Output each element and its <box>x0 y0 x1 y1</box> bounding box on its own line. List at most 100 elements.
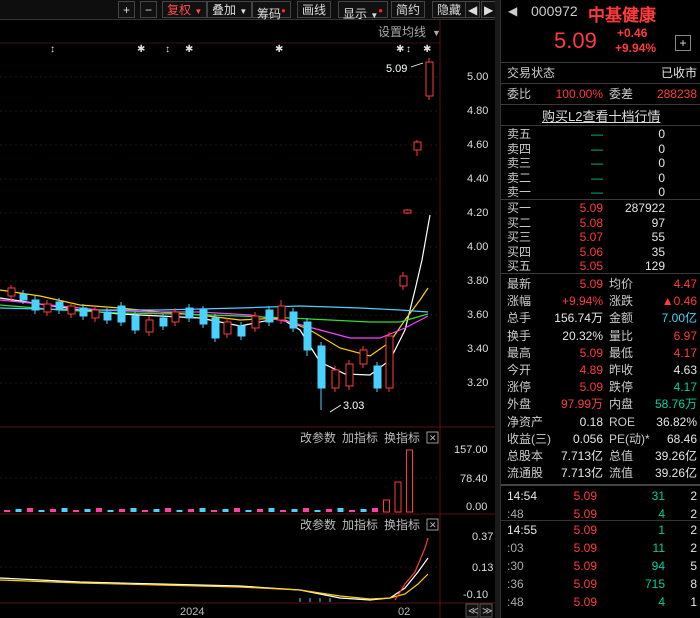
asks-label: 卖三 <box>507 156 532 170</box>
back-icon[interactable]: ◀ <box>508 4 517 18</box>
stats-row: 最新 5.09 均价 4.47 <box>501 275 700 293</box>
chevron-down-icon: ▼ <box>194 7 203 16</box>
price-axis: 5.00 4.80 4.60 4.40 4.20 4.00 3.80 3.60 3.40 3.20 <box>467 71 488 389</box>
add-watchlist-button[interactable]: + <box>675 35 691 51</box>
stat-label: 涨幅 <box>507 294 532 309</box>
candle-body <box>413 141 422 151</box>
sub1-edit-params-button[interactable]: 改参数 <box>300 430 336 445</box>
stat-value: 58.76万 <box>654 397 697 412</box>
bids-row[interactable]: 买三 5.07 55 <box>501 230 700 244</box>
candle-body <box>55 301 64 311</box>
weibi-row: 委比 100.00% 委差 288238 <box>501 85 700 103</box>
asks-price: — <box>591 141 603 156</box>
stat-label: 流通股 <box>507 466 544 481</box>
candle-body <box>425 61 434 97</box>
candle-body <box>345 363 354 387</box>
sub2-change-indicator-button[interactable]: 换指标 <box>384 517 420 532</box>
nav-left-icon[interactable]: ◀ <box>465 1 481 18</box>
candle-body <box>265 309 274 323</box>
high-price-label: 5.09 <box>386 63 407 75</box>
stock-name: 中基健康 <box>588 6 656 25</box>
volume-bar <box>257 509 263 512</box>
tick-time: :30 <box>507 559 524 573</box>
asks-row[interactable]: 卖五 — 0 <box>501 127 700 141</box>
sub1-change-indicator-button[interactable]: 换指标 <box>384 430 420 445</box>
candle-body <box>117 305 126 323</box>
stat-value: 7.00亿 <box>661 311 697 326</box>
volume-bar <box>211 510 217 512</box>
asks-label: 卖四 <box>507 141 532 156</box>
svg-text:↕: ↕ <box>165 44 170 55</box>
diejia-button[interactable]: 叠加 ▼ <box>207 1 253 18</box>
volume-bar <box>107 510 114 512</box>
sub2-axis-top: 0.37 <box>472 531 493 543</box>
stat-label: 昨收 <box>609 363 634 377</box>
svg-text:✱: ✱ <box>423 44 431 55</box>
notification-dot-icon: ● <box>281 6 286 15</box>
volume-bar <box>119 509 125 512</box>
kline-chart[interactable]: 设置均线 ▼ ↕ ✱ ↕ ✱ ✱ ✱ ↕ ✱ 5.004.804.604.404.204.… <box>0 20 495 618</box>
stats-row: 涨幅 +9.94% 涨跌 ▲0.46 <box>501 292 700 310</box>
stats-row: 外盘 97.99万 内盘 58.76万 <box>501 395 700 413</box>
stat-label: 涨停 <box>507 380 532 395</box>
volume-bar <box>314 510 321 512</box>
settings-ma-button[interactable]: 设置均线 <box>378 25 426 39</box>
price-axis-label: 4.40 <box>467 173 488 185</box>
bids-price: 5.06 <box>579 244 603 259</box>
xianshi-button[interactable]: 显示 ▼● <box>338 1 389 21</box>
stats-row: 净资产 0.18 ROE 36.82% <box>501 413 700 431</box>
volume-bar <box>245 510 252 512</box>
tick-row: :03 5.09 11 2 <box>501 539 700 557</box>
tick-count: 1 <box>690 595 697 609</box>
notification-dot-icon: ● <box>378 6 384 15</box>
bids-row[interactable]: 买二 5.08 97 <box>501 216 700 230</box>
volume-bar <box>337 508 344 512</box>
tick-volume: 715 <box>644 577 665 591</box>
chouma-button[interactable]: 筹码● <box>252 1 291 21</box>
bids-row[interactable]: 买五 5.05 129 <box>501 259 700 273</box>
asks-row[interactable]: 卖三 — 0 <box>501 156 700 170</box>
yincang-button[interactable]: 隐藏 <box>432 1 467 18</box>
sub2-edit-params-button[interactable]: 改参数 <box>300 517 336 532</box>
volume-bar <box>130 508 137 512</box>
tick-count: 2 <box>690 523 697 537</box>
sub1-add-indicator-button[interactable]: 加指标 <box>342 430 378 445</box>
stat-value: ▲0.46 <box>661 294 697 309</box>
stat-value: 97.99万 <box>560 397 603 412</box>
volume-bars <box>4 449 413 513</box>
volume-bar <box>27 508 33 512</box>
stat-value: 0.18 <box>579 414 603 429</box>
candle-body <box>43 303 52 313</box>
price-axis-label: 4.20 <box>467 207 488 219</box>
weicha-label: 委差 <box>609 87 634 101</box>
last-price: 5.09 <box>554 28 597 53</box>
stat-label: 涨跌 <box>609 294 634 309</box>
asks-row[interactable]: 卖四 — 0 <box>501 142 700 156</box>
nav-right-icon[interactable]: ▶ <box>481 1 497 18</box>
jianyue-button[interactable]: 简约 <box>391 1 426 18</box>
bids-row[interactable]: 买一 5.09 287922 <box>501 201 700 215</box>
candle-body <box>373 365 382 389</box>
fuquan-button[interactable]: 复权 ▼ <box>162 1 208 18</box>
sub2-add-indicator-button[interactable]: 加指标 <box>342 517 378 532</box>
volume-bar <box>73 510 79 512</box>
tick-row: 14:55 5.09 1 2 <box>501 521 700 539</box>
asks-volume: 0 <box>658 127 665 141</box>
stat-label: ROE <box>609 414 636 429</box>
huaxian-button[interactable]: 画线 <box>297 1 332 18</box>
bids-row[interactable]: 买四 5.06 35 <box>501 245 700 259</box>
zoom-in-button[interactable]: + <box>118 1 136 18</box>
volume-bar <box>199 508 206 512</box>
candle-body <box>399 275 408 287</box>
candle-body <box>237 325 246 337</box>
stats-row: 涨停 5.09 跌停 4.17 <box>501 378 700 396</box>
zoom-out-button[interactable]: − <box>140 1 158 18</box>
stat-label: 收益(三) <box>507 431 551 446</box>
asks-row[interactable]: 卖一 — 0 <box>501 185 700 199</box>
asks-row[interactable]: 卖二 — 0 <box>501 171 700 185</box>
tick-volume: 31 <box>651 489 665 503</box>
candle-body <box>211 317 220 339</box>
sub1-close-glyph: ✕ <box>429 433 437 443</box>
scroll-left-glyph: ≪ <box>468 606 478 617</box>
buy-l2-link[interactable]: 购买L2查看十档行情 <box>542 106 660 125</box>
